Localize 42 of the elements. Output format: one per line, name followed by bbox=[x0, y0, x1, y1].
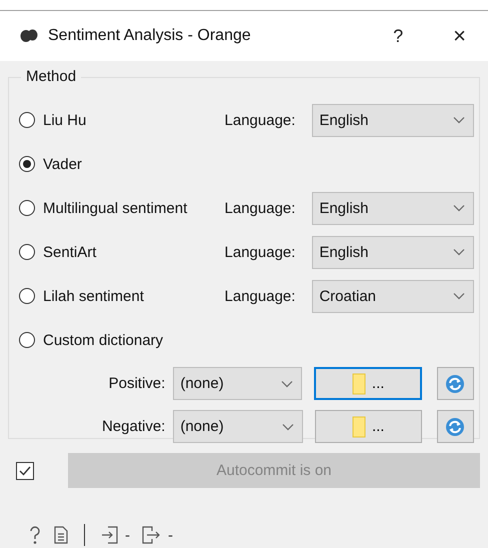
language-label: Language: bbox=[224, 200, 296, 216]
folder-icon bbox=[352, 372, 366, 394]
chevron-down-icon bbox=[453, 248, 465, 256]
close-button[interactable]: × bbox=[453, 23, 466, 49]
radio-option[interactable]: Vader bbox=[19, 156, 225, 172]
window-title: Sentiment Analysis - Orange bbox=[48, 27, 252, 45]
language-dropdown[interactable]: English bbox=[312, 104, 474, 136]
radio-option[interactable]: Multilingual sentiment bbox=[19, 200, 225, 216]
browse-button[interactable]: ... bbox=[314, 410, 422, 443]
browse-button[interactable]: ... bbox=[314, 367, 422, 400]
chevron-down-icon bbox=[453, 116, 465, 124]
radio-option[interactable]: Liu Hu bbox=[19, 112, 225, 128]
folder-icon bbox=[352, 416, 366, 438]
autocommit-checkbox[interactable] bbox=[16, 462, 34, 480]
input-status: - bbox=[125, 526, 130, 544]
dictionary-dropdown[interactable]: (none) bbox=[173, 410, 303, 443]
dictionary-label: Positive: bbox=[108, 375, 166, 392]
document-icon[interactable] bbox=[54, 526, 68, 544]
language-dropdown[interactable]: English bbox=[312, 236, 474, 268]
language-label: Language: bbox=[224, 112, 296, 128]
input-icon[interactable] bbox=[101, 526, 119, 544]
output-status: - bbox=[168, 526, 173, 544]
dictionary-label: Negative: bbox=[100, 418, 166, 435]
reload-icon bbox=[444, 416, 466, 438]
reload-button[interactable] bbox=[436, 367, 474, 400]
reload-button[interactable] bbox=[436, 410, 474, 443]
radio-option[interactable]: Lilah sentiment bbox=[19, 288, 225, 304]
output-icon[interactable] bbox=[142, 526, 162, 544]
help-icon[interactable] bbox=[28, 525, 42, 545]
language-dropdown[interactable]: English bbox=[312, 192, 474, 224]
radio-option[interactable]: SentiArt bbox=[19, 244, 225, 260]
language-dropdown[interactable]: Croatian bbox=[312, 280, 474, 312]
language-label: Language: bbox=[224, 244, 296, 260]
language-label: Language: bbox=[224, 288, 296, 304]
reload-icon bbox=[444, 372, 466, 394]
chevron-down-icon bbox=[281, 380, 294, 388]
dictionary-dropdown[interactable]: (none) bbox=[173, 367, 302, 400]
radio-option[interactable]: Custom dictionary bbox=[19, 332, 225, 348]
chevron-down-icon bbox=[282, 422, 294, 430]
help-button[interactable]: ? bbox=[393, 26, 404, 46]
chevron-down-icon bbox=[453, 292, 465, 300]
chevron-down-icon bbox=[453, 204, 465, 212]
